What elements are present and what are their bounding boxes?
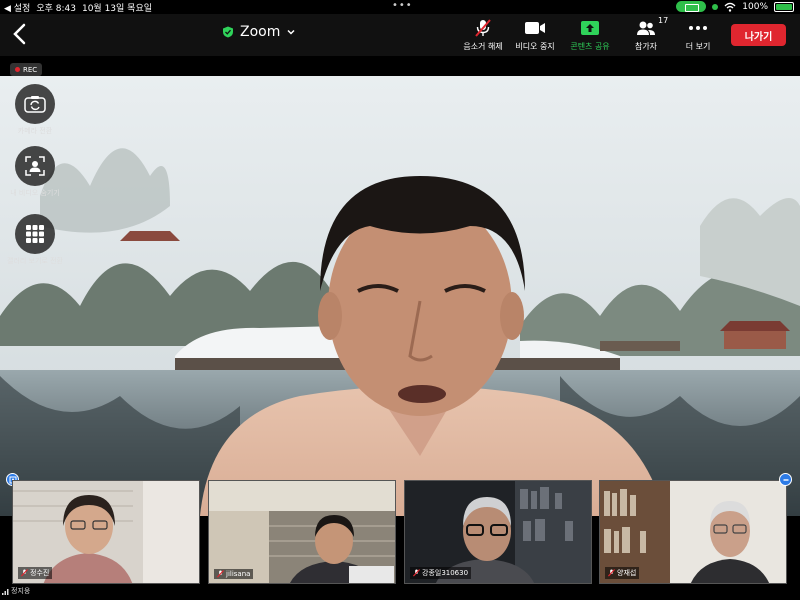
share-content-label: 콘텐츠 공유: [570, 42, 610, 51]
participant-name-2: jilisana: [226, 570, 251, 578]
unmute-button[interactable]: 음소거 해제: [453, 18, 513, 52]
participant-thumbnail-strip: 정수진 jilisana 강종일310630 양재섭: [0, 473, 800, 588]
participant-count: 17: [658, 16, 669, 25]
unmute-label: 음소거 해제: [463, 42, 503, 51]
screen-recording-icon: [676, 1, 707, 12]
mic-muted-icon: [608, 569, 615, 577]
active-speaker-video[interactable]: REC 카메라 전환 내 비디오 숨기기 갤러리 보기로 전환 정수진 jili…: [0, 56, 800, 592]
more-icon: [689, 26, 707, 30]
minimize-thumbnails-icon[interactable]: [779, 473, 792, 486]
participant-name-4: 양재섭: [617, 569, 637, 577]
participant-name-tag: 정수진: [18, 567, 53, 579]
mic-muted-icon: [413, 569, 420, 577]
camera-switch-icon: [24, 96, 46, 113]
chevron-down-icon: [287, 29, 295, 35]
gallery-view-label: 갤러리 보기로 전환: [7, 257, 63, 265]
gallery-view-button[interactable]: 갤러리 보기로 전환: [7, 214, 63, 266]
switch-camera-button[interactable]: 카메라 전환: [13, 84, 57, 136]
participants-button[interactable]: 17 참가자: [616, 16, 676, 52]
encryption-shield-icon: [223, 26, 233, 38]
share-screen-icon: [581, 21, 599, 35]
participant-name-3: 강종일310630: [422, 569, 469, 577]
virtual-background-image: [0, 76, 800, 516]
speaker-view-icon: [25, 156, 45, 176]
self-name: 정지웅: [11, 587, 31, 595]
switch-camera-label: 카메라 전환: [17, 127, 53, 135]
battery-icon: [774, 1, 794, 12]
wifi-icon: [724, 2, 736, 12]
participant-tile-4[interactable]: 양재섭: [599, 480, 787, 584]
more-button[interactable]: 더 보기: [668, 18, 728, 52]
leave-meeting-button[interactable]: 나가기: [731, 24, 786, 46]
camera-in-use-icon: [712, 3, 719, 10]
video-camera-icon: [525, 22, 545, 34]
participant-name-tag: 강종일310630: [410, 567, 472, 579]
self-name-tag: 정지웅: [2, 586, 30, 596]
share-content-button[interactable]: 콘텐츠 공유: [560, 18, 620, 52]
recording-badge: REC: [10, 63, 43, 76]
gallery-grid-icon: [26, 225, 44, 243]
mic-muted-icon: [217, 570, 224, 578]
participants-icon: [637, 21, 655, 35]
hide-self-view-label: 내 비디오 숨기기: [10, 189, 60, 197]
record-dot-icon: [15, 67, 20, 72]
status-time: 오후 8:43: [36, 4, 76, 14]
participant-name-tag: jilisana: [214, 569, 254, 579]
participants-label: 참가자: [634, 42, 658, 51]
participant-name-1: 정수진: [30, 569, 50, 577]
meeting-title[interactable]: Zoom: [222, 24, 296, 40]
stop-video-label: 비디오 중지: [515, 42, 555, 51]
multitask-dots-icon[interactable]: •••: [392, 0, 413, 11]
participant-name-tag: 양재섭: [605, 567, 640, 579]
stop-video-button[interactable]: 비디오 중지: [505, 18, 565, 52]
mic-off-icon: [475, 19, 491, 37]
battery-percent: 100%: [742, 1, 768, 12]
participant-tile-2[interactable]: jilisana: [208, 480, 396, 584]
mic-muted-icon: [21, 569, 28, 577]
status-back-app[interactable]: ◀ 설정: [4, 1, 30, 14]
back-chevron-icon[interactable]: [8, 20, 32, 48]
participant-tile-1[interactable]: 정수진: [12, 480, 200, 584]
meeting-title-text: Zoom: [240, 24, 281, 40]
recording-label: REC: [23, 65, 38, 74]
hide-self-view-button[interactable]: 내 비디오 숨기기: [10, 146, 60, 198]
participant-tile-3[interactable]: 강종일310630: [404, 480, 592, 584]
more-label: 더 보기: [685, 42, 711, 51]
meeting-toolbar: Zoom 음소거 해제 비디오 중지 콘텐츠 공유 17 참가자 더 보기 나가…: [0, 14, 800, 56]
status-date: 10월 13일 목요일: [81, 4, 153, 14]
status-bar: ◀ 설정 오후 8:43 10월 13일 목요일 ••• 100%: [0, 0, 800, 14]
signal-bars-icon: [2, 588, 9, 595]
